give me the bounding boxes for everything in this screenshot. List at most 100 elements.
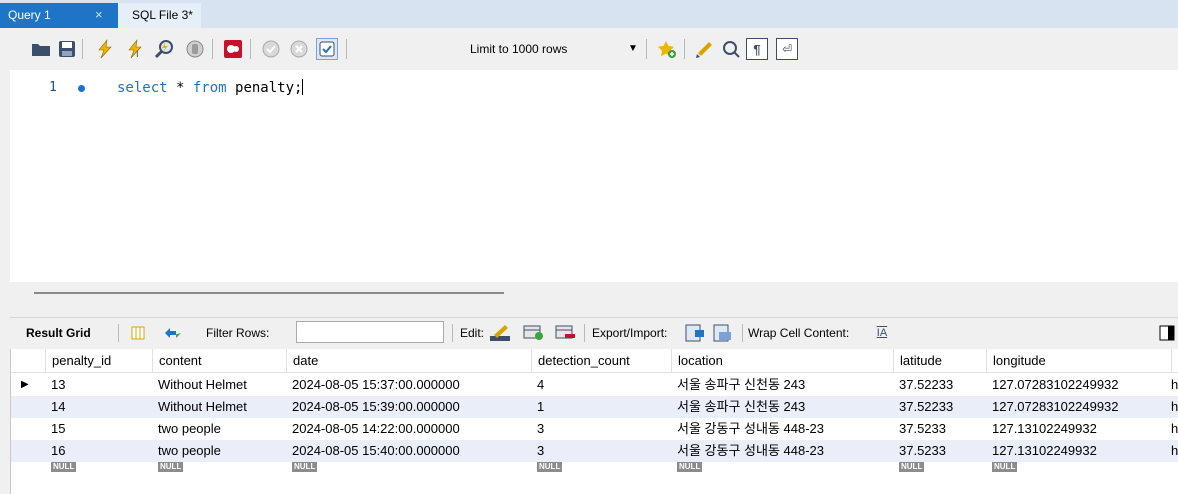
cell-content[interactable]: two people bbox=[152, 440, 286, 462]
null-badge[interactable]: NULL bbox=[992, 462, 1018, 472]
cell-truncated[interactable]: h bbox=[1171, 418, 1178, 440]
cell-date[interactable]: 2024-08-05 14:22:00.000000 bbox=[286, 418, 531, 440]
result-grid-tab[interactable]: Result Grid bbox=[26, 326, 91, 340]
text-cursor bbox=[302, 79, 304, 95]
export-import-label: Export/Import: bbox=[592, 326, 668, 340]
cell-date[interactable]: 2024-08-05 15:40:00.000000 bbox=[286, 440, 531, 462]
rollback-icon[interactable] bbox=[288, 38, 310, 60]
column-header-latitude[interactable]: latitude bbox=[893, 349, 986, 373]
cell-content[interactable]: two people bbox=[152, 418, 286, 440]
invisible-chars-icon[interactable]: ¶ bbox=[746, 38, 768, 60]
tab-label: Query 1 bbox=[8, 8, 51, 22]
cell-location[interactable]: 서울 강동구 성내동 448-23 bbox=[671, 418, 893, 440]
column-header-content[interactable]: content bbox=[152, 349, 286, 373]
table-row[interactable]: 16 two people 2024-08-05 15:40:00.000000… bbox=[11, 440, 1178, 462]
statement-marker-icon bbox=[78, 85, 85, 92]
find-replace-icon[interactable] bbox=[720, 38, 742, 60]
column-header-detection-count[interactable]: detection_count bbox=[531, 349, 671, 373]
tab-bar: Query 1 × SQL File 3* bbox=[0, 0, 1178, 28]
null-badge[interactable]: NULL bbox=[677, 462, 703, 472]
cell-penalty-id[interactable]: 16 bbox=[45, 440, 152, 462]
cell-detection-count[interactable]: 4 bbox=[531, 374, 671, 396]
toolbar-separator bbox=[646, 39, 647, 59]
result-grid[interactable]: penalty_id content date detection_count … bbox=[10, 349, 1178, 494]
cell-truncated[interactable]: h bbox=[1171, 396, 1178, 418]
column-header-longitude[interactable]: longitude bbox=[986, 349, 1171, 373]
toggle-panel-icon[interactable] bbox=[1158, 323, 1176, 343]
cell-content[interactable]: Without Helmet bbox=[152, 396, 286, 418]
word-wrap-icon[interactable]: ⏎ bbox=[776, 38, 798, 60]
add-snippet-star-icon[interactable] bbox=[656, 38, 678, 60]
filter-rows-input[interactable] bbox=[296, 321, 444, 343]
sql-editor[interactable]: 1 select * from penalty; bbox=[10, 70, 1178, 282]
null-badge[interactable]: NULL bbox=[292, 462, 318, 472]
line-number: 1 bbox=[49, 80, 57, 95]
execute-lightning-icon[interactable] bbox=[94, 38, 116, 60]
table-row[interactable]: 15 two people 2024-08-05 14:22:00.000000… bbox=[11, 418, 1178, 440]
limit-rows-select[interactable]: Limit to 1000 rows bbox=[470, 40, 567, 58]
cell-date[interactable]: 2024-08-05 15:39:00.000000 bbox=[286, 396, 531, 418]
save-icon[interactable] bbox=[56, 38, 78, 60]
wrap-cell-icon[interactable]: IA bbox=[874, 323, 890, 343]
insert-row-icon[interactable] bbox=[522, 323, 546, 343]
tab-sql-file-3[interactable]: SQL File 3* bbox=[118, 3, 201, 28]
export-icon[interactable] bbox=[684, 323, 706, 343]
cell-longitude[interactable]: 127.07283102249932 bbox=[986, 374, 1171, 396]
code-token: penalty; bbox=[226, 80, 303, 96]
cell-longitude[interactable]: 127.13102249932 bbox=[986, 418, 1171, 440]
cell-latitude[interactable]: 37.5233 bbox=[893, 440, 986, 462]
autocommit-toggle-icon[interactable] bbox=[316, 38, 338, 60]
cell-date[interactable]: 2024-08-05 15:37:00.000000 bbox=[286, 374, 531, 396]
edit-row-pencil-icon[interactable] bbox=[488, 323, 512, 343]
refresh-arrows-icon[interactable] bbox=[162, 323, 184, 343]
chevron-down-icon[interactable]: ▼ bbox=[628, 40, 638, 58]
table-row[interactable]: 14 Without Helmet 2024-08-05 15:39:00.00… bbox=[11, 396, 1178, 418]
cell-content[interactable]: Without Helmet bbox=[152, 374, 286, 396]
import-icon[interactable] bbox=[712, 323, 734, 343]
grid-layout-icon[interactable] bbox=[128, 323, 148, 343]
stop-on-error-icon[interactable] bbox=[222, 38, 244, 60]
cell-location[interactable]: 서울 강동구 성내동 448-23 bbox=[671, 440, 893, 462]
cell-truncated[interactable]: h bbox=[1171, 374, 1178, 396]
cell-penalty-id[interactable]: 15 bbox=[45, 418, 152, 440]
sql-statement[interactable]: select * from penalty; bbox=[117, 79, 304, 97]
cell-location[interactable]: 서울 송파구 신천동 243 bbox=[671, 396, 893, 418]
splitter-handle[interactable] bbox=[34, 292, 504, 294]
toolbar-separator bbox=[82, 39, 83, 59]
cell-longitude[interactable]: 127.07283102249932 bbox=[986, 396, 1171, 418]
table-row[interactable]: ▶ 13 Without Helmet 2024-08-05 15:37:00.… bbox=[11, 374, 1178, 396]
open-folder-icon[interactable] bbox=[30, 38, 52, 60]
cell-truncated[interactable]: h bbox=[1171, 440, 1178, 462]
stop-icon[interactable] bbox=[184, 38, 206, 60]
null-badge[interactable]: NULL bbox=[537, 462, 563, 472]
delete-row-icon[interactable] bbox=[554, 323, 578, 343]
toolbar-separator bbox=[742, 324, 743, 342]
toolbar-separator bbox=[212, 39, 213, 59]
code-token: * bbox=[167, 80, 193, 96]
column-header-date[interactable]: date bbox=[286, 349, 531, 373]
cell-penalty-id[interactable]: 13 bbox=[45, 374, 152, 396]
tab-query-1[interactable]: Query 1 × bbox=[0, 3, 118, 28]
cell-penalty-id[interactable]: 14 bbox=[45, 396, 152, 418]
cell-latitude[interactable]: 37.52233 bbox=[893, 396, 986, 418]
null-badge[interactable]: NULL bbox=[899, 462, 925, 472]
null-badge[interactable]: NULL bbox=[158, 462, 184, 472]
cell-detection-count[interactable]: 3 bbox=[531, 418, 671, 440]
filter-rows-label: Filter Rows: bbox=[206, 326, 270, 340]
cell-detection-count[interactable]: 3 bbox=[531, 440, 671, 462]
cell-longitude[interactable]: 127.13102249932 bbox=[986, 440, 1171, 462]
null-badge[interactable]: NULL bbox=[51, 462, 77, 472]
cell-detection-count[interactable]: 1 bbox=[531, 396, 671, 418]
column-header-penalty-id[interactable]: penalty_id bbox=[45, 349, 152, 373]
cell-location[interactable]: 서울 송파구 신천동 243 bbox=[671, 374, 893, 396]
execute-current-lightning-icon[interactable]: I bbox=[124, 38, 146, 60]
new-row-placeholder[interactable]: NULL NULL NULL NULL NULL NULL NULL bbox=[11, 461, 1178, 473]
edit-label: Edit: bbox=[460, 326, 485, 340]
column-header-location[interactable]: location bbox=[671, 349, 893, 373]
explain-magnifier-icon[interactable] bbox=[154, 38, 176, 60]
cell-latitude[interactable]: 37.5233 bbox=[893, 418, 986, 440]
close-icon[interactable]: × bbox=[95, 3, 103, 27]
cell-latitude[interactable]: 37.52233 bbox=[893, 374, 986, 396]
commit-icon[interactable] bbox=[260, 38, 282, 60]
beautify-brush-icon[interactable] bbox=[694, 38, 716, 60]
